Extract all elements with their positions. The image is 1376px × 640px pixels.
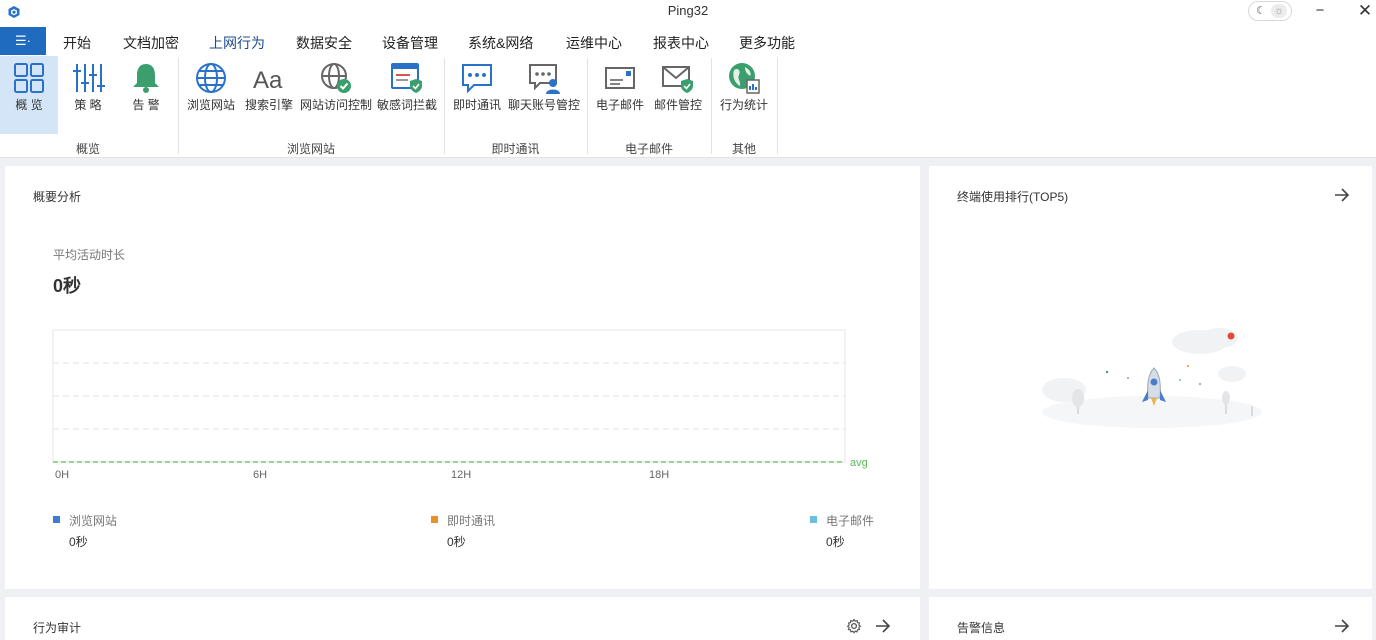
avg-line-label: avg bbox=[850, 457, 868, 469]
ribbon-search-engine-label: 搜索引擎 bbox=[244, 98, 293, 112]
x-tick-label: 0H bbox=[55, 469, 69, 481]
legend-label: 浏览网站 bbox=[69, 514, 118, 528]
globe-check-icon bbox=[321, 63, 351, 93]
legend-label: 即时通讯 bbox=[447, 514, 496, 528]
ribbon-overview-label: 概 览 bbox=[15, 98, 43, 112]
legend-browse-web-value: 0秒 bbox=[69, 535, 88, 549]
sensitive-word-shield-icon bbox=[391, 63, 422, 93]
empty-state-rocket-illustration bbox=[1042, 328, 1262, 428]
app-menu-button[interactable]: ☰· bbox=[0, 27, 46, 55]
ribbon-im-button[interactable]: 即时通讯 bbox=[450, 56, 504, 134]
arrow-right-icon[interactable] bbox=[1334, 187, 1350, 203]
arrow-right-icon[interactable] bbox=[1334, 618, 1350, 634]
summary-title: 概要分析 bbox=[33, 190, 82, 204]
ribbon-email-button[interactable]: 电子邮件 bbox=[593, 56, 647, 134]
ribbon-group-other: 其他 bbox=[731, 142, 756, 156]
overview-grid-icon bbox=[14, 63, 44, 93]
theme-toggle[interactable]: ☾ ☼ bbox=[1248, 1, 1292, 21]
behavior-stats-globe-icon bbox=[729, 63, 760, 94]
activity-line-chart: avg 0H 6H 12H 18H bbox=[52, 329, 868, 481]
ribbon-web-access-control-label: 网站访问控制 bbox=[300, 98, 373, 112]
legend-swatch bbox=[810, 516, 817, 523]
menu-item-report-center[interactable]: 报表中心 bbox=[653, 33, 709, 53]
audit-title: 行为审计 bbox=[33, 621, 82, 635]
menu-item-ops-center[interactable]: 运维中心 bbox=[566, 33, 622, 53]
ribbon-group-overview: 概览 bbox=[75, 142, 100, 156]
policy-sliders-icon bbox=[73, 64, 105, 92]
close-button[interactable]: ✕ bbox=[1342, 0, 1376, 24]
menu-item-device-management[interactable]: 设备管理 bbox=[382, 33, 438, 53]
ribbon-behavior-stats-label: 行为统计 bbox=[719, 98, 768, 112]
sun-icon: ☼ bbox=[1271, 4, 1287, 18]
ribbon-policy-button[interactable]: 策 略 bbox=[60, 56, 116, 134]
minimize-button[interactable]: − bbox=[1297, 0, 1343, 24]
audit-panel bbox=[5, 597, 920, 640]
alerts-title: 告警信息 bbox=[957, 621, 1006, 635]
legend-swatch bbox=[431, 516, 438, 523]
menu-bar: ☰· 开始 文档加密 上网行为 数据安全 设备管理 系统&网络 运维中心 报表中… bbox=[0, 26, 1376, 58]
legend-email-value: 0秒 bbox=[826, 535, 845, 549]
x-tick-label: 18H bbox=[649, 469, 669, 481]
moon-icon: ☾ bbox=[1256, 5, 1266, 17]
x-tick-label: 12H bbox=[451, 469, 471, 481]
email-icon bbox=[605, 67, 635, 89]
ribbon-email-control-button[interactable]: 邮件管控 bbox=[651, 56, 705, 134]
search-engine-aa-icon: Aa bbox=[253, 67, 283, 94]
ribbon-separator bbox=[777, 58, 778, 154]
globe-icon bbox=[196, 63, 226, 93]
menu-item-system-network[interactable]: 系统&网络 bbox=[468, 33, 533, 53]
ribbon-browse-web-button[interactable]: 浏览网站 bbox=[184, 56, 238, 134]
window-title: Ping32 bbox=[667, 3, 709, 18]
svg-text:Aa: Aa bbox=[253, 67, 283, 94]
ribbon-sensitive-word-button[interactable]: 敏感词拦截 bbox=[376, 56, 438, 134]
ribbon-group-im: 即时通讯 bbox=[491, 142, 540, 156]
chat-bubble-icon bbox=[462, 64, 492, 94]
menu-item-more-features[interactable]: 更多功能 bbox=[739, 33, 795, 53]
legend-im-value: 0秒 bbox=[447, 535, 466, 549]
top5-title: 终端使用排行(TOP5) bbox=[957, 190, 1069, 204]
ribbon-alarm-button[interactable]: 告 警 bbox=[118, 56, 174, 134]
ribbon-chat-account-button[interactable]: 聊天账号管控 bbox=[506, 56, 582, 134]
ribbon-web-access-control-button[interactable]: 网站访问控制 bbox=[300, 56, 372, 134]
ribbon-group-browse-web: 浏览网站 bbox=[286, 142, 335, 156]
ribbon-im-label: 即时通讯 bbox=[452, 98, 501, 112]
ribbon-browse-web-label: 浏览网站 bbox=[186, 98, 235, 112]
ribbon-policy-label: 策 略 bbox=[74, 98, 102, 112]
ribbon-search-engine-button[interactable]: Aa 搜索引擎 bbox=[242, 56, 296, 134]
ribbon-email-label: 电子邮件 bbox=[595, 98, 644, 112]
avg-activity-value: 0秒 bbox=[53, 276, 82, 296]
email-shield-icon bbox=[662, 66, 693, 93]
ribbon-behavior-stats-button[interactable]: 行为统计 bbox=[717, 56, 771, 134]
ribbon-alarm-label: 告 警 bbox=[132, 98, 160, 112]
ribbon-email-control-label: 邮件管控 bbox=[653, 98, 702, 112]
chat-account-icon bbox=[529, 64, 560, 94]
menu-item-web-behavior[interactable]: 上网行为 bbox=[209, 33, 265, 58]
gear-icon[interactable] bbox=[846, 618, 862, 634]
ribbon-overview-button[interactable]: 概 览 bbox=[0, 56, 58, 134]
ribbon-sensitive-word-label: 敏感词拦截 bbox=[376, 98, 437, 112]
alarm-bell-icon bbox=[133, 64, 159, 93]
menu-item-data-security[interactable]: 数据安全 bbox=[296, 33, 352, 53]
title-bar: Ping32 ☾ ☼ − ✕ bbox=[0, 0, 1376, 26]
avg-activity-label: 平均活动时长 bbox=[53, 248, 126, 262]
menu-item-doc-encryption[interactable]: 文档加密 bbox=[123, 33, 179, 53]
ribbon-chat-account-label: 聊天账号管控 bbox=[507, 98, 580, 112]
legend-label: 电子邮件 bbox=[826, 514, 875, 528]
legend-swatch bbox=[53, 516, 60, 523]
ribbon-group-email: 电子邮件 bbox=[624, 142, 673, 156]
menu-item-start[interactable]: 开始 bbox=[63, 33, 91, 53]
x-tick-label: 6H bbox=[253, 469, 267, 481]
arrow-right-icon[interactable] bbox=[875, 618, 891, 634]
ribbon-toolbar: 概 览 策 略 告 警 概览 浏览网站 Aa 搜索引擎 网站访问控制 敏感词拦截… bbox=[0, 56, 1376, 158]
